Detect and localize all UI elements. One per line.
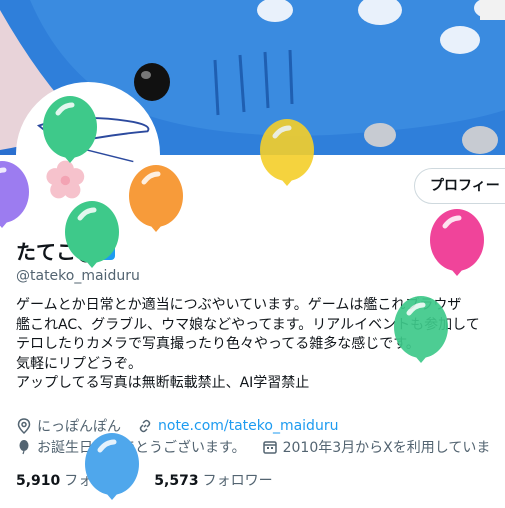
bio-line: ゲームとか日常とか適当につぶやいています。ゲームは艦これブラウザ bbox=[16, 297, 462, 313]
display-name: たてこ@ bbox=[16, 236, 116, 265]
bio-line: アップしてる写真は無断転載禁止、AI学習禁止 bbox=[16, 375, 310, 391]
balloon-pink bbox=[430, 209, 484, 276]
followers-count: 5,573 bbox=[154, 473, 199, 489]
display-name-text: たてこ@ bbox=[16, 240, 96, 264]
profile-meta-row: お誕生日おめでとうございます。 2010年3月からXを利用していま bbox=[16, 437, 490, 457]
edit-profile-button[interactable]: プロフィー bbox=[414, 168, 505, 204]
following-link[interactable]: 5,910 フォロー中 bbox=[16, 470, 134, 490]
followers-label: フォロワー bbox=[202, 473, 273, 489]
location-text: にっぽんぽん bbox=[37, 419, 121, 435]
followers-link[interactable]: 5,573 フォロワー bbox=[154, 470, 272, 490]
follow-stats: 5,910 フォロー中 5,573 フォロワー bbox=[16, 470, 293, 490]
birthday-text: お誕生日おめでとうございます。 bbox=[37, 440, 246, 456]
balloon-icon bbox=[16, 439, 32, 455]
verified-badge-icon bbox=[98, 242, 116, 260]
bio-line: 艦これAC、グラブル、ウマ娘などやってます。リアルイベントも参加して bbox=[16, 316, 480, 333]
bio: ゲームとか日常とか適当につぶやいています。ゲームは艦これブラウザ 艦これAC、グ… bbox=[16, 296, 505, 394]
location-pin-icon bbox=[16, 418, 32, 435]
avatar[interactable] bbox=[16, 82, 160, 226]
bio-line: テロしたりカメラで写真撮ったり色々やってる雑多な感じです。 bbox=[16, 336, 420, 352]
profile-meta-row: にっぽんぽん note.com/tateko_maiduru bbox=[16, 416, 338, 436]
bio-line: 気軽にリプどうぞ。 bbox=[16, 355, 142, 372]
following-count: 5,910 bbox=[16, 473, 61, 489]
user-handle: @tateko_maiduru bbox=[16, 268, 140, 284]
calendar-icon bbox=[262, 439, 278, 455]
following-label: フォロー中 bbox=[64, 473, 135, 489]
link-icon bbox=[137, 418, 153, 434]
joined-date: 2010年3月からXを利用していま bbox=[282, 440, 491, 456]
website-link[interactable]: note.com/tateko_maiduru bbox=[158, 418, 338, 434]
